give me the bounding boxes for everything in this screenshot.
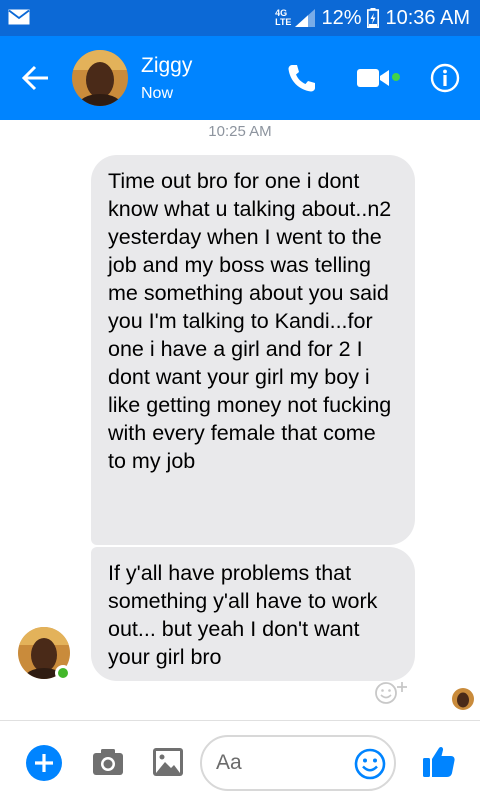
contact-status: Now	[141, 85, 174, 102]
battery-percent: 12%	[321, 6, 362, 29]
plus-icon	[35, 754, 53, 772]
battery-icon	[367, 8, 380, 28]
message-bubble[interactable]: Time out bro for one i dont know what u …	[91, 155, 415, 545]
thumbs-up-icon[interactable]	[422, 744, 456, 778]
more-actions-button[interactable]	[26, 745, 62, 781]
message-timestamp: 10:25 AM	[208, 123, 272, 140]
network-type: 4G LTE	[275, 8, 292, 27]
status-bar: 4G LTE 12% 10:36 AM	[0, 0, 480, 36]
avatar-image	[452, 688, 474, 710]
message-list[interactable]: 10:25 AM Time out bro for one i dont kno…	[0, 120, 480, 720]
video-camera-icon[interactable]	[356, 66, 390, 90]
emoji-icon[interactable]	[354, 748, 386, 780]
message-bubble[interactable]: If y'all have problems that something y'…	[91, 547, 415, 681]
avatar-image	[72, 50, 128, 106]
video-online-dot	[392, 73, 400, 81]
message-input[interactable]	[216, 749, 346, 777]
message-composer[interactable]	[200, 735, 396, 791]
composer-bar	[0, 720, 480, 800]
contact-avatar[interactable]	[72, 50, 128, 106]
status-right: 4G LTE 12% 10:36 AM	[275, 4, 470, 32]
signal-icon	[295, 9, 316, 27]
clock: 10:36 AM	[385, 6, 470, 29]
contact-name: Ziggy	[141, 54, 193, 77]
seen-indicator-avatar	[452, 688, 474, 710]
conversation-header: Ziggy Now	[0, 36, 480, 120]
phone-icon[interactable]	[286, 62, 318, 94]
gallery-icon[interactable]	[152, 747, 184, 777]
back-arrow-icon[interactable]	[20, 63, 52, 93]
camera-icon[interactable]	[92, 748, 124, 776]
envelope-icon	[8, 9, 30, 25]
add-reaction-icon[interactable]	[373, 678, 413, 706]
online-indicator	[55, 665, 71, 681]
info-icon[interactable]	[430, 63, 460, 93]
